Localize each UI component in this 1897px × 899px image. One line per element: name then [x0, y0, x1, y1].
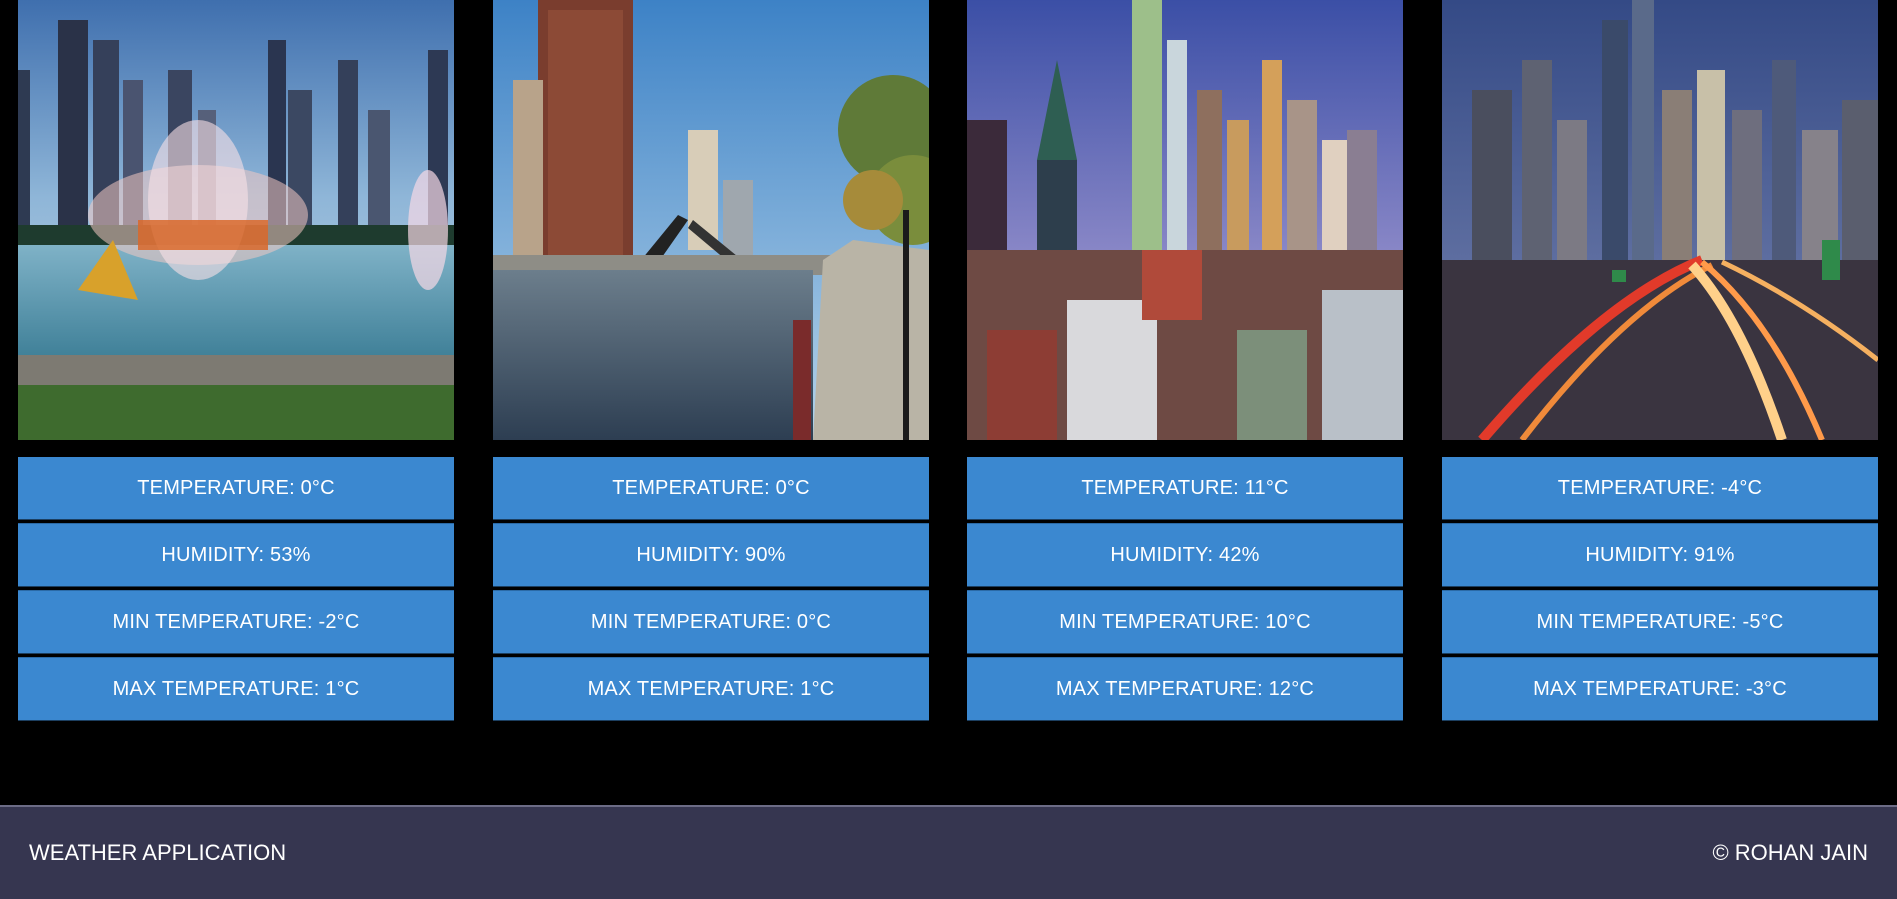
humidity-value: HUMIDITY: 90% [493, 523, 929, 587]
city-card-3: TEMPERATURE: 11°C HUMIDITY: 42% MIN TEMP… [967, 0, 1403, 724]
city-card-2: TEMPERATURE: 0°C HUMIDITY: 90% MIN TEMPE… [493, 0, 929, 724]
footer-copyright: © ROHAN JAIN [1712, 840, 1868, 865]
min-temperature-value: MIN TEMPERATURE: -5°C [1442, 590, 1878, 654]
min-temperature-value: MIN TEMPERATURE: 0°C [493, 590, 929, 654]
city-photo-4 [1442, 0, 1878, 440]
max-temperature-value: MAX TEMPERATURE: 12°C [967, 657, 1403, 721]
temperature-value: TEMPERATURE: 0°C [18, 457, 454, 520]
city-photo-3 [967, 0, 1403, 440]
humidity-value: HUMIDITY: 53% [18, 523, 454, 587]
weather-stats-3: TEMPERATURE: 11°C HUMIDITY: 42% MIN TEMP… [967, 457, 1403, 721]
min-temperature-value: MIN TEMPERATURE: 10°C [967, 590, 1403, 654]
city-card-1: TEMPERATURE: 0°C HUMIDITY: 53% MIN TEMPE… [18, 0, 454, 724]
weather-stats-2: TEMPERATURE: 0°C HUMIDITY: 90% MIN TEMPE… [493, 457, 929, 721]
city-photo-1 [18, 0, 454, 440]
humidity-value: HUMIDITY: 91% [1442, 523, 1878, 587]
footer: WEATHER APPLICATION © ROHAN JAIN [0, 805, 1897, 899]
humidity-value: HUMIDITY: 42% [967, 523, 1403, 587]
min-temperature-value: MIN TEMPERATURE: -2°C [18, 590, 454, 654]
weather-page: TEMPERATURE: 0°C HUMIDITY: 53% MIN TEMPE… [0, 0, 1897, 899]
city-photo-2 [493, 0, 929, 440]
milwaukee-riverwalk-photo [493, 0, 929, 440]
weather-stats-1: TEMPERATURE: 0°C HUMIDITY: 53% MIN TEMPE… [18, 457, 454, 721]
city-highway-night-photo [1442, 0, 1878, 440]
footer-app-name: WEATHER APPLICATION [29, 840, 287, 865]
max-temperature-value: MAX TEMPERATURE: 1°C [18, 657, 454, 721]
city-skyline-dusk-photo [967, 0, 1403, 440]
temperature-value: TEMPERATURE: 0°C [493, 457, 929, 520]
temperature-value: TEMPERATURE: -4°C [1442, 457, 1878, 520]
city-cards: TEMPERATURE: 0°C HUMIDITY: 53% MIN TEMPE… [0, 0, 1897, 721]
city-card-4: TEMPERATURE: -4°C HUMIDITY: 91% MIN TEMP… [1442, 0, 1878, 724]
chicago-skyline-fountain-photo [18, 0, 454, 440]
temperature-value: TEMPERATURE: 11°C [967, 457, 1403, 520]
weather-stats-4: TEMPERATURE: -4°C HUMIDITY: 91% MIN TEMP… [1442, 457, 1878, 721]
max-temperature-value: MAX TEMPERATURE: -3°C [1442, 657, 1878, 721]
max-temperature-value: MAX TEMPERATURE: 1°C [493, 657, 929, 721]
